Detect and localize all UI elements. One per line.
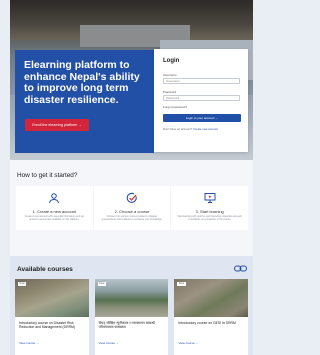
create-account-link[interactable]: Create new account xyxy=(193,127,218,131)
password-input[interactable]: Password xyxy=(163,95,240,101)
link-icon[interactable] xyxy=(234,265,247,272)
login-heading: Login xyxy=(163,58,180,64)
login-button[interactable]: Login to your account → xyxy=(163,114,241,122)
step-desc: Create a new account with essential info… xyxy=(24,215,85,221)
course-title: विपद् जोखिम न्यूनीकरण र व्यवस्थापन सम्बन… xyxy=(98,321,155,330)
username-input[interactable]: Username xyxy=(163,78,240,84)
course-card[interactable]: Free Introductory course on Disaster Ris… xyxy=(15,279,89,355)
courses-title: Available courses xyxy=(17,266,73,273)
step-title: 2. Choose a course xyxy=(114,209,150,214)
steps-row: 1. Create a new account Create a new acc… xyxy=(16,186,249,230)
step-desc: Start learning with quizzes and interact… xyxy=(177,215,242,221)
course-card[interactable]: Free विपद् जोखिम न्यूनीकरण र व्यवस्थापन … xyxy=(94,279,169,355)
hero-section: Elearning platform to enhance Nepal's ab… xyxy=(10,0,253,160)
course-tag: Free xyxy=(18,282,27,286)
course-cards: Free Introductory course on Disaster Ris… xyxy=(15,279,249,355)
step-title: 3. Start learning xyxy=(195,209,224,214)
monitor-icon xyxy=(204,193,216,203)
check-circle-icon xyxy=(126,192,137,203)
signup-prompt: Don't have an account? Create new accoun… xyxy=(163,127,218,131)
no-account-text: Don't have an account? xyxy=(163,127,193,131)
course-title: Introductory course on GESI in DRRM xyxy=(178,321,236,325)
step-title: 1. Create a new account xyxy=(32,209,77,214)
course-tag: Free xyxy=(177,282,186,286)
step-card-create-account: 1. Create a new account Create a new acc… xyxy=(16,186,93,230)
step-card-choose-course: 2. Choose a course Choose from various c… xyxy=(93,186,171,230)
view-course-link[interactable]: View course → xyxy=(99,341,119,345)
login-card: Login Username Username Password Passwor… xyxy=(154,49,248,152)
page: Elearning platform to enhance Nepal's ab… xyxy=(10,0,253,355)
step-card-start-learning: 3. Start learning Start learning with qu… xyxy=(171,186,249,230)
view-course-link[interactable]: View course → xyxy=(178,341,198,345)
courses-section: Available courses Free Introductory cour… xyxy=(10,256,253,355)
howto-title: How to get it started? xyxy=(17,172,78,179)
course-title: Introductory course on Disaster Risk Red… xyxy=(19,321,75,330)
enroll-button[interactable]: Enroll the elearning platform → xyxy=(25,119,89,131)
course-card[interactable]: Free Introductory course on GESI in DRRM… xyxy=(174,279,249,355)
course-tag: Free xyxy=(97,282,107,286)
step-desc: Choose from various courses related to d… xyxy=(101,215,163,221)
hero-panel: Elearning platform to enhance Nepal's ab… xyxy=(15,50,154,153)
view-course-link[interactable]: View course → xyxy=(19,341,39,345)
username-label: Username xyxy=(163,73,177,77)
user-icon xyxy=(49,193,60,204)
hero-title: Elearning platform to enhance Nepal's ab… xyxy=(24,59,140,106)
password-label: Password xyxy=(163,90,177,94)
forgot-password-link[interactable]: Forgot password? xyxy=(163,105,187,109)
